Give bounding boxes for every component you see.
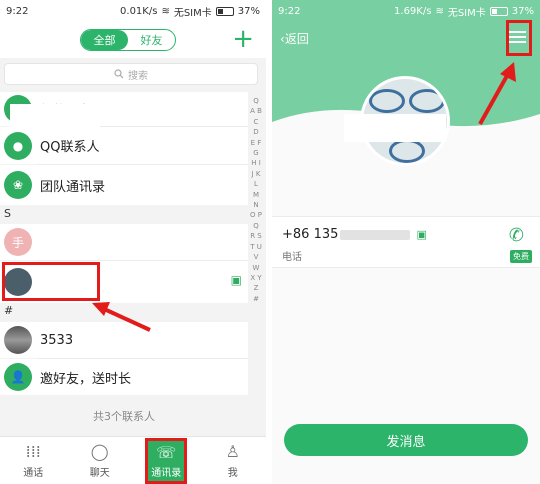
contacts-screen: 9:22 0.01K/s ≋ 无SIM卡 37% 全部 好友 + 搜索 ⊕ 新的… (0, 0, 266, 484)
search-input[interactable]: 搜索 (4, 63, 258, 85)
contact-count: 共3个联系人 (93, 410, 155, 423)
highlight-box (506, 20, 532, 56)
section-header-s: S (4, 207, 11, 220)
chat-icon: ◯ (90, 441, 109, 461)
status-bar: 9:22 1.69K/s ≋ 无SIM卡 37% (272, 0, 540, 22)
team-icon: ❀ (4, 171, 32, 199)
arrow-icon (478, 62, 516, 125)
avatar (4, 326, 32, 354)
tab-me[interactable]: ♙ 我 (200, 437, 267, 484)
tab-contacts[interactable]: ☏ 通讯录 (133, 437, 200, 484)
highlight-box (2, 262, 100, 301)
phone-type-label: 电话 (282, 252, 302, 263)
list-item-label: QQ联系人 (40, 140, 100, 155)
phone-icon[interactable]: ✆ (509, 225, 524, 246)
bottom-tab-bar: ⁞⁞⁞ 通话 ◯ 聊天 ☏ 通讯录 ♙ 我 (0, 436, 266, 484)
battery-percent: 37% (237, 5, 260, 17)
send-message-button[interactable]: 发消息 (284, 424, 528, 456)
arrow-icon (92, 302, 151, 332)
phone-number-row[interactable]: +86 135 ▣ 电话 ✆ 免费 (272, 216, 540, 268)
contact-row[interactable]: 手 (0, 224, 248, 260)
tab-chat[interactable]: ◯ 聊天 (67, 437, 134, 484)
invite-friends-item[interactable]: 👤 邀好友，送时长 (0, 359, 248, 395)
redaction (344, 114, 446, 142)
invite-icon: 👤 (4, 363, 32, 391)
status-time: 9:22 (278, 5, 301, 17)
status-time: 9:22 (6, 5, 29, 17)
tab-friends[interactable]: 好友 (128, 30, 175, 50)
qq-icon: ● (4, 131, 32, 160)
grid-icon: ⁞⁞⁞ (25, 441, 41, 461)
network-speed: 0.01K/s (120, 5, 158, 17)
contact-detail-screen: 9:22 1.69K/s ≋ 无SIM卡 37% ‹返回 +86 135 ▣ 电… (272, 0, 540, 484)
list-item-label: 团队通讯录 (40, 179, 106, 195)
wifi-icon: ≋ (161, 5, 170, 17)
tab-all[interactable]: 全部 (81, 30, 128, 50)
avatar: 手 (4, 228, 32, 256)
battery-percent: 37% (511, 5, 534, 17)
contacts-header: 全部 好友 + (0, 22, 266, 58)
contacts-icon: ☏ (156, 442, 177, 462)
wifi-icon: ≋ (435, 5, 444, 17)
search-icon (114, 69, 124, 79)
qq-contacts-item[interactable]: ● QQ联系人 (0, 127, 248, 164)
carrier-label: 无SIM卡 (173, 7, 212, 19)
qq-badge-icon: ▣ (416, 228, 427, 241)
redaction (10, 104, 100, 130)
person-icon: ♙ (225, 441, 240, 461)
qq-badge-icon: ▣ (230, 273, 242, 287)
battery-icon (215, 6, 234, 16)
network-speed: 1.69K/s (394, 5, 432, 17)
invite-label: 邀好友，送时长 (40, 371, 132, 387)
status-bar: 9:22 0.01K/s ≋ 无SIM卡 37% (0, 0, 266, 22)
phone-number: +86 135 (282, 227, 339, 242)
tab-calls[interactable]: ⁞⁞⁞ 通话 (0, 437, 67, 484)
team-directory-item[interactable]: ❀ 团队通讯录 (0, 165, 248, 205)
free-call-badge: 免费 (510, 250, 532, 263)
filter-toggle: 全部 好友 (80, 29, 176, 51)
alphabet-index[interactable]: Q A B C D E F G H I J K L M N O P Q R S … (250, 96, 262, 304)
contact-name: 3533 (40, 332, 74, 348)
add-contact-button[interactable]: + (232, 24, 254, 54)
back-button[interactable]: ‹返回 (280, 30, 309, 47)
search-placeholder: 搜索 (128, 70, 148, 82)
carrier-label: 无SIM卡 (447, 7, 486, 19)
battery-icon (489, 6, 508, 16)
